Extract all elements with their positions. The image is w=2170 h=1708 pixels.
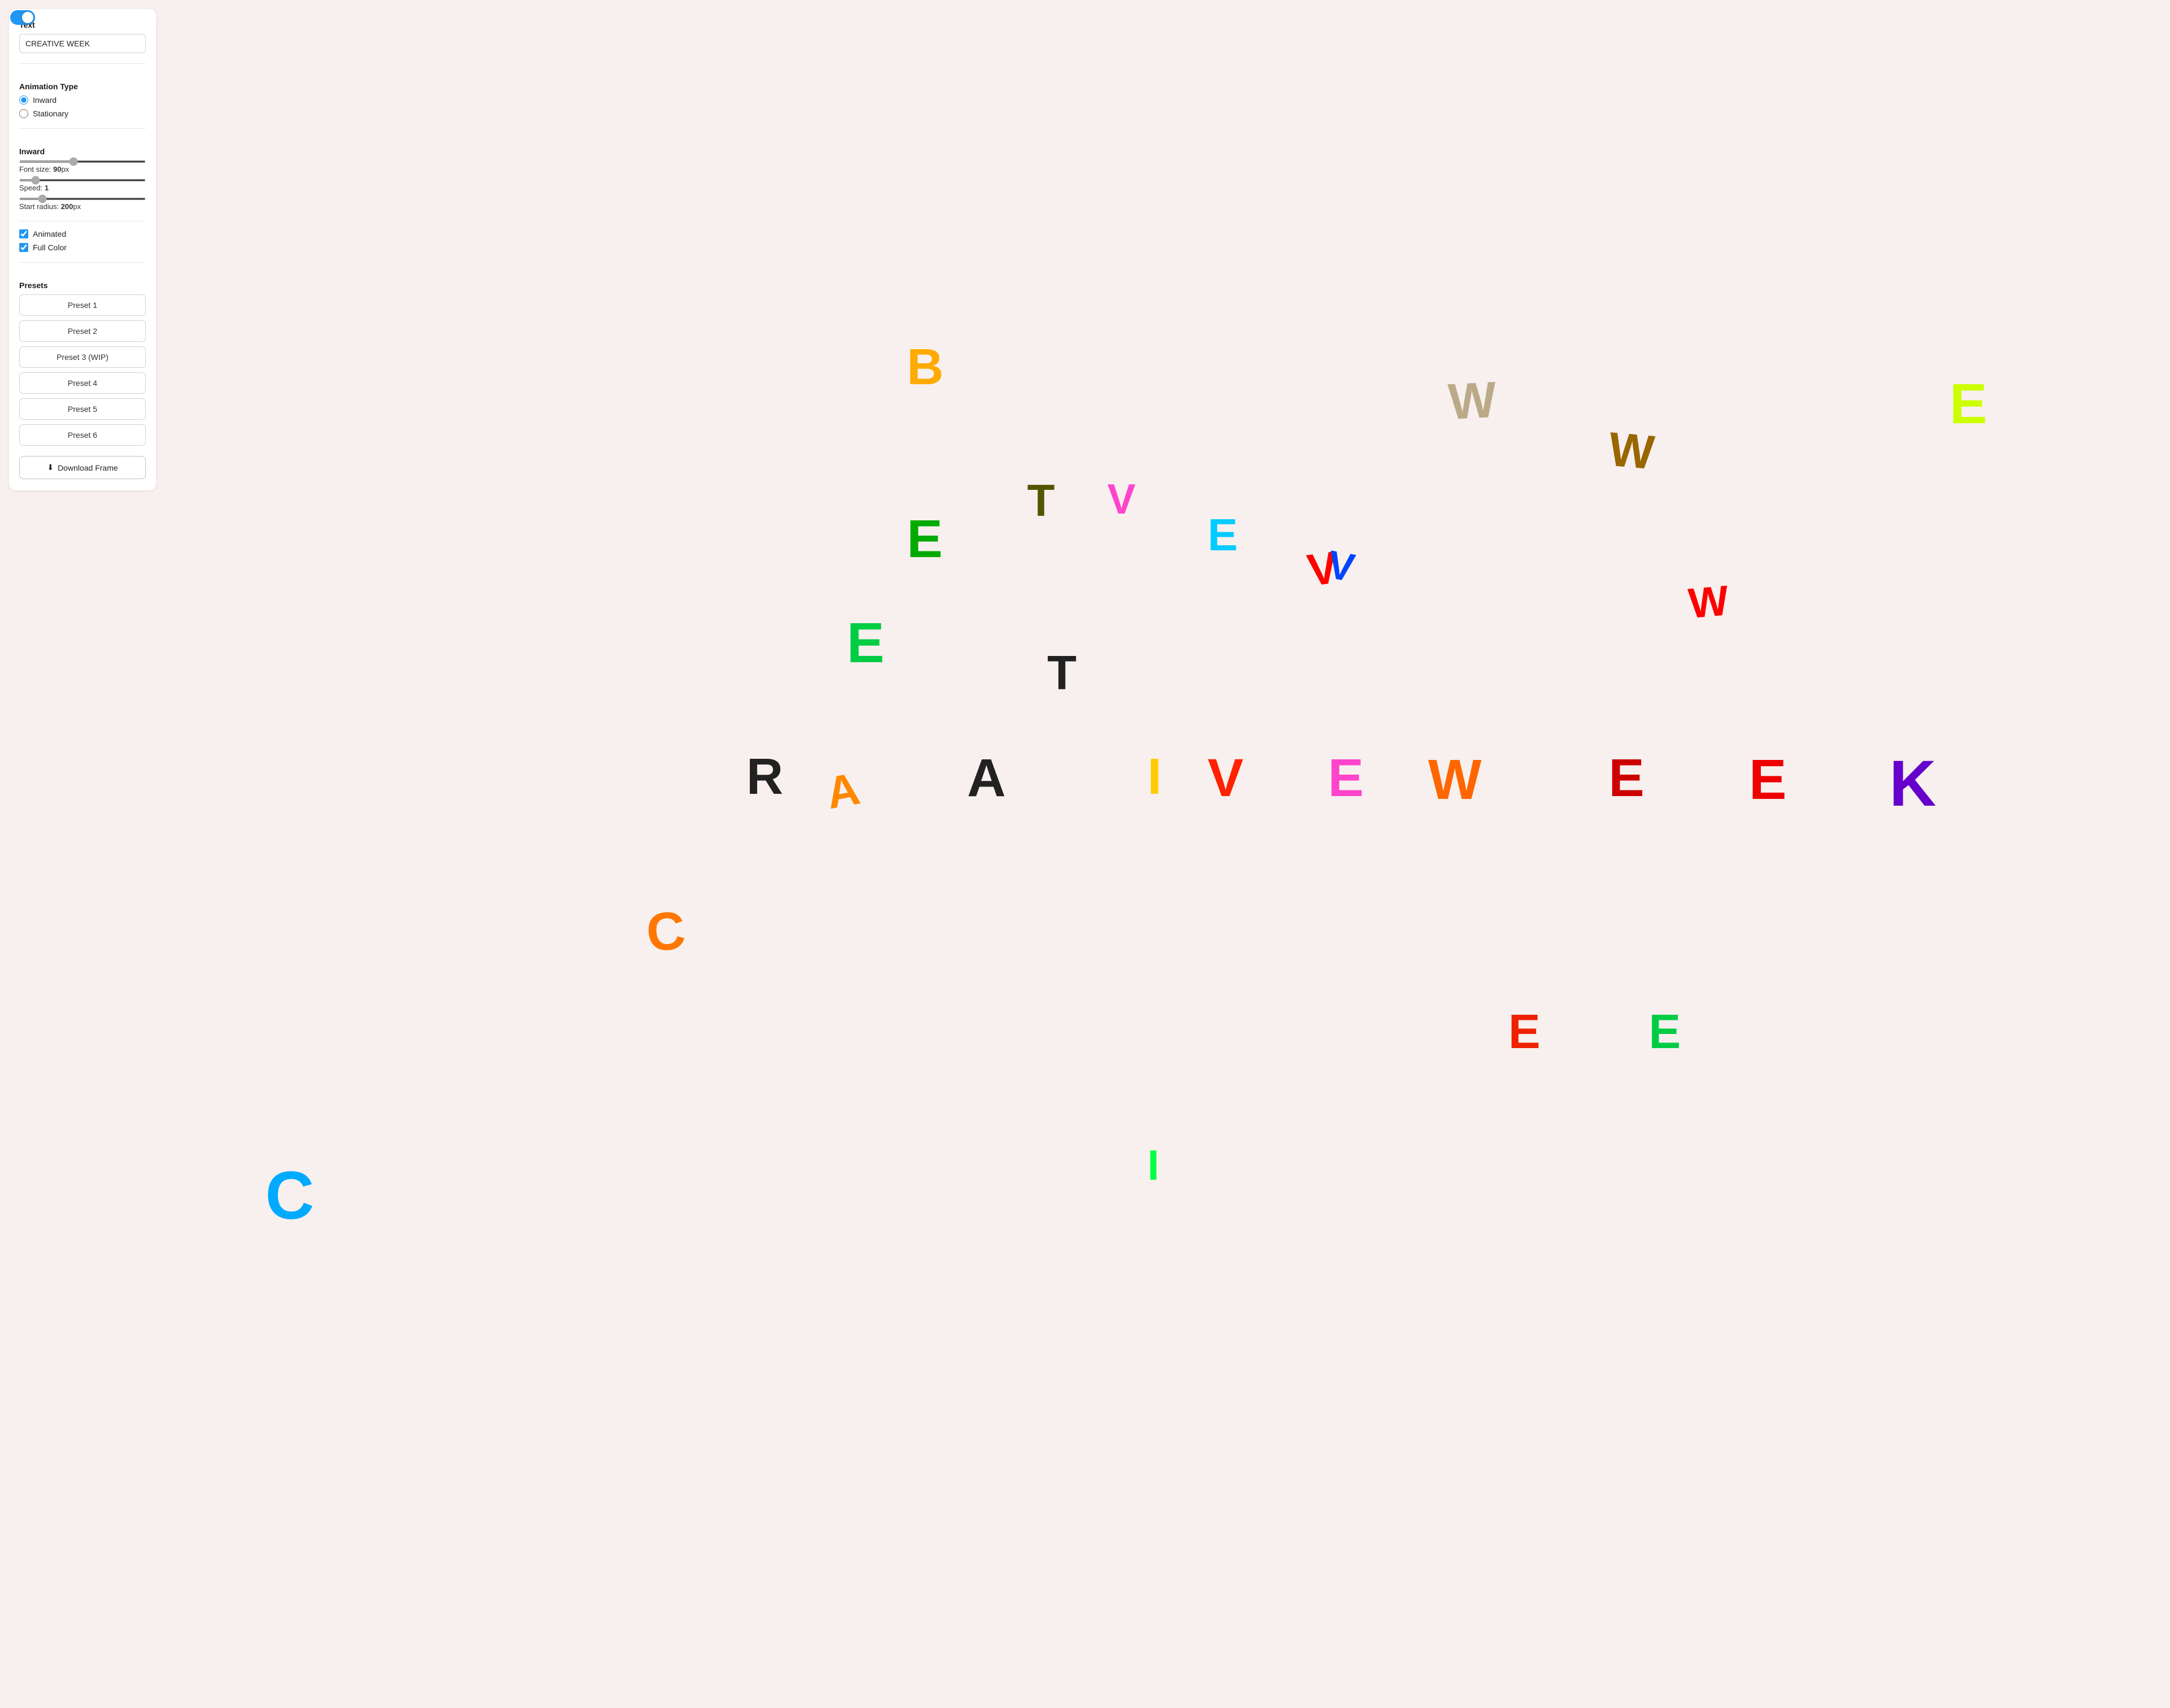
letter-23: E [1950,376,1987,432]
letter-2: R [747,751,783,802]
letter-16: V [1108,478,1136,520]
animated-checkbox[interactable]: Animated [19,229,146,238]
radio-stationary-input[interactable] [19,109,28,118]
radio-stationary-label: Stationary [33,109,68,118]
radio-inward-label: Inward [33,95,57,105]
download-frame-button[interactable]: ⬇ Download Frame [19,456,146,479]
animation-type-group: Inward Stationary [19,95,146,118]
radio-inward[interactable]: Inward [19,95,146,105]
speed-slider[interactable] [19,179,146,181]
full-color-checkbox-input[interactable] [19,243,28,252]
preset-2-button[interactable]: Preset 2 [19,320,146,342]
letter-5: T [1047,649,1077,697]
preset-6-button[interactable]: Preset 6 [19,424,146,446]
start-radius-label: Start radius: 200px [19,202,146,211]
letter-3: E [847,615,884,671]
letter-9: W [1428,751,1481,808]
slider-group: Font size: 90px Speed: 1 Start radius: 2… [19,160,146,211]
full-color-label: Full Color [33,243,67,252]
animation-type-label: Animation Type [19,82,146,91]
letter-canvas: CCREATIVEWEEKBETVEVWWEEEIAVW [165,0,2170,1708]
letter-19: W [1447,375,1498,428]
full-color-checkbox[interactable]: Full Color [19,243,146,252]
letter-17: E [1208,512,1238,558]
letter-7: V [1208,751,1243,805]
divider-1 [19,63,146,64]
letter-0: C [265,1162,314,1229]
letter-13: B [907,342,944,393]
letter-25: A [823,766,863,816]
letter-6: I [1148,751,1162,802]
main-toggle[interactable] [10,10,35,25]
font-size-slider[interactable] [19,160,146,163]
font-size-row: Font size: 90px [19,160,146,173]
main-canvas: CCREATIVEWEEKBETVEVWWEEEIAVW [165,0,2170,1708]
divider-2 [19,128,146,129]
speed-value: 1 [45,184,49,192]
presets-label: Presets [19,281,146,290]
font-size-value: 90 [53,165,61,173]
sidebar: Text Animation Type Inward Stationary In… [9,9,156,490]
start-radius-value: 200 [61,202,73,211]
start-radius-unit: px [73,202,81,211]
text-section-label: Text [19,20,146,29]
animated-checkbox-input[interactable] [19,229,28,238]
preset-5-button[interactable]: Preset 5 [19,398,146,420]
letter-4: A [967,751,1006,805]
letter-15: T [1027,478,1055,523]
letter-8: E [1328,751,1364,805]
preset-3-button[interactable]: Preset 3 (WIP) [19,346,146,368]
checkbox-group: Animated Full Color [19,229,146,252]
preset-4-button[interactable]: Preset 4 [19,372,146,394]
download-label: Download Frame [58,463,118,472]
font-size-label: Font size: 90px [19,165,146,173]
letter-10: E [1609,751,1644,805]
letter-11: E [1749,751,1787,808]
letter-21: E [1508,1008,1540,1056]
speed-label: Speed: 1 [19,184,146,192]
presets-group: Preset 1 Preset 2 Preset 3 (WIP) Preset … [19,294,146,446]
letter-12: K [1889,751,1936,816]
download-icon: ⬇ [47,463,54,472]
start-radius-row: Start radius: 200px [19,198,146,211]
speed-row: Speed: 1 [19,179,146,192]
letter-24: I [1148,1144,1160,1187]
radio-stationary[interactable]: Stationary [19,109,146,118]
letter-20: W [1607,425,1656,477]
letter-1: C [644,903,688,961]
radio-inward-input[interactable] [19,95,28,105]
inward-section-label: Inward [19,147,146,156]
animated-label: Animated [33,229,66,238]
divider-4 [19,262,146,263]
letter-27: W [1687,579,1730,625]
font-size-unit: px [61,165,69,173]
letter-22: E [1649,1008,1681,1056]
letter-14: E [907,512,943,566]
text-input[interactable] [19,34,146,53]
start-radius-slider[interactable] [19,198,146,200]
preset-1-button[interactable]: Preset 1 [19,294,146,316]
